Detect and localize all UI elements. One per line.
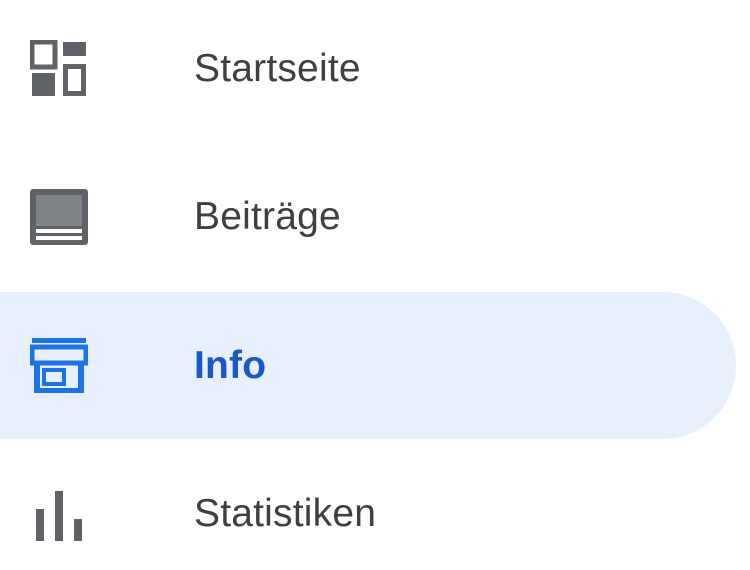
nav-item-startseite[interactable]: Startseite [0, 0, 736, 142]
bar-chart-icon [30, 485, 88, 543]
side-navigation: Startseite Beiträge Info Statistiken [0, 0, 750, 570]
nav-item-label: Startseite [194, 46, 361, 90]
nav-item-label: Info [194, 343, 267, 387]
nav-item-label: Statistiken [194, 491, 377, 535]
nav-item-info[interactable]: Info [0, 292, 736, 439]
nav-item-beitraege[interactable]: Beiträge [0, 143, 736, 290]
storefront-icon [30, 337, 88, 395]
nav-item-statistiken[interactable]: Statistiken [0, 440, 736, 570]
posts-icon [30, 188, 88, 246]
nav-item-label: Beiträge [194, 194, 341, 238]
dashboard-icon [30, 39, 88, 98]
